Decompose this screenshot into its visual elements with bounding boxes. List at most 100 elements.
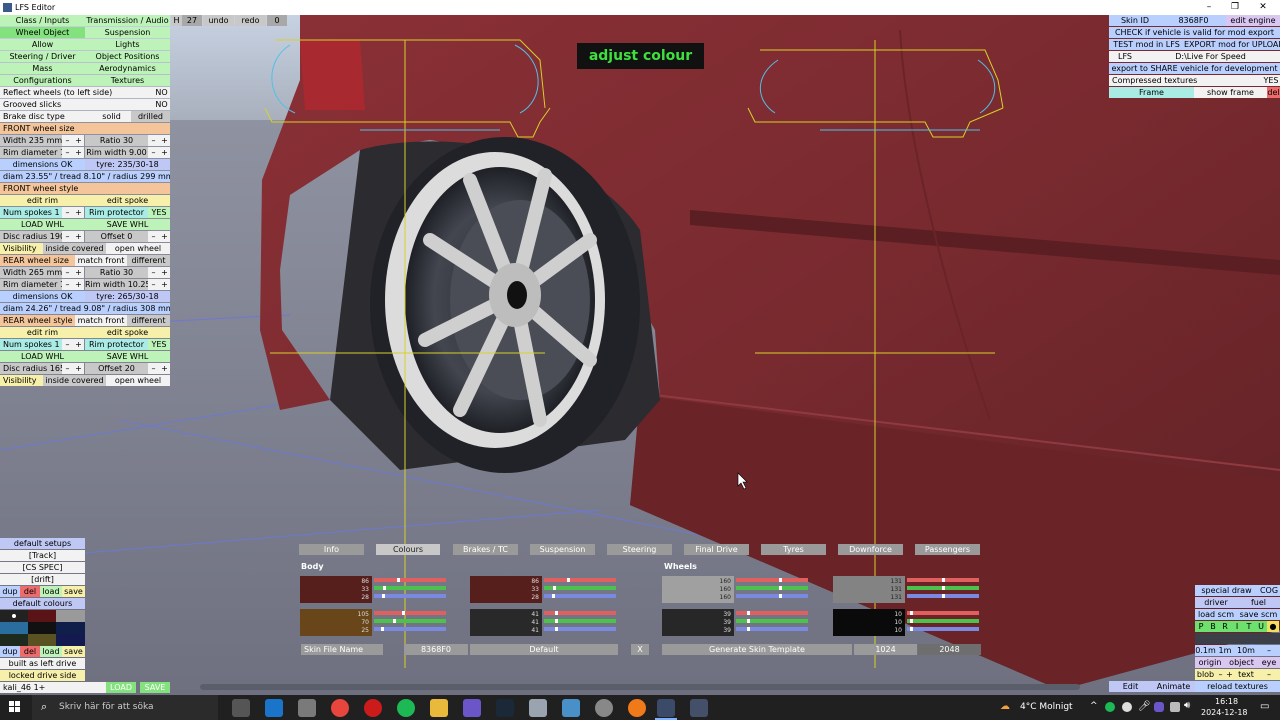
- colour-b-slider-thumb[interactable]: [942, 594, 945, 598]
- object-positions-button[interactable]: Object Positions: [85, 51, 170, 62]
- driver-button[interactable]: driver: [1195, 597, 1237, 608]
- close-button[interactable]: ✕: [1250, 0, 1276, 15]
- colour-load-button[interactable]: load: [40, 646, 62, 657]
- front-rim-protector-toggle[interactable]: YES: [148, 207, 170, 218]
- tab-colours[interactable]: Colours: [376, 544, 440, 555]
- setup-save-button[interactable]: save: [62, 586, 85, 597]
- rear-save-whl-button[interactable]: SAVE WHL: [85, 351, 170, 362]
- rear-edit-spoke-button[interactable]: edit spoke: [85, 327, 170, 338]
- brake-disc-drilled[interactable]: drilled: [131, 111, 170, 122]
- colour-del-button[interactable]: del: [20, 646, 40, 657]
- preset-swatch[interactable]: [0, 634, 28, 646]
- colour-b-slider-thumb[interactable]: [555, 627, 558, 631]
- tab-info[interactable]: Info: [299, 544, 364, 555]
- tab-passengers[interactable]: Passengers: [915, 544, 980, 555]
- blob-minus-button[interactable]: –: [1216, 669, 1225, 680]
- colour-b-slider-track[interactable]: [736, 594, 808, 598]
- colour-b-slider-thumb[interactable]: [381, 627, 384, 631]
- front-offset-minus[interactable]: –: [148, 231, 159, 242]
- front-edit-spoke-button[interactable]: edit spoke: [85, 195, 170, 206]
- clear-skin-button[interactable]: X: [631, 644, 649, 655]
- spotify-tray-icon[interactable]: [1105, 702, 1115, 712]
- tab-steering[interactable]: Steering: [607, 544, 672, 555]
- colour-r-slider-track[interactable]: [736, 611, 808, 615]
- default-skin-button[interactable]: Default: [470, 644, 618, 655]
- rear-offset-plus[interactable]: +: [159, 363, 170, 374]
- colour-r-slider-track[interactable]: [907, 611, 979, 615]
- front-inside-covered-option[interactable]: inside covered: [43, 243, 106, 254]
- channel-toggle-r[interactable]: R: [1219, 621, 1231, 632]
- front-num-spokes-minus[interactable]: –: [62, 207, 73, 218]
- colour-g-slider-thumb[interactable]: [393, 619, 396, 623]
- rear-rim-diameter-minus[interactable]: –: [62, 279, 73, 290]
- colour-b-slider-track[interactable]: [374, 627, 446, 631]
- colour-r-slider-thumb[interactable]: [910, 611, 913, 615]
- preset-swatch[interactable]: [56, 610, 85, 622]
- built-as-left-drive[interactable]: built as left drive: [0, 658, 85, 669]
- task-view-icon[interactable]: [232, 699, 250, 717]
- channel-toggle-u[interactable]: U: [1255, 621, 1267, 632]
- object-button[interactable]: object: [1225, 657, 1258, 668]
- colour-b-slider-track[interactable]: [907, 627, 979, 631]
- rear-inside-covered-option[interactable]: inside covered: [43, 375, 106, 386]
- 3d-viewport[interactable]: [0, 15, 1280, 695]
- tab-brakes-tc[interactable]: Brakes / TC: [453, 544, 518, 555]
- opera-icon[interactable]: [364, 699, 382, 717]
- edit-mode-button[interactable]: Edit: [1109, 681, 1152, 692]
- colour-swatch[interactable]: 10 10 10: [833, 609, 905, 636]
- colour-g-slider-track[interactable]: [374, 619, 446, 623]
- rear-num-spokes-minus[interactable]: –: [62, 339, 73, 350]
- reload-textures-button[interactable]: reload textures: [1195, 681, 1280, 692]
- colour-g-slider-thumb[interactable]: [942, 586, 945, 590]
- colour-r-slider-track[interactable]: [907, 578, 979, 582]
- colour-r-slider-thumb[interactable]: [397, 578, 400, 582]
- front-rim-diameter-plus[interactable]: +: [73, 147, 84, 158]
- front-num-spokes-plus[interactable]: +: [73, 207, 84, 218]
- windows-start-icon[interactable]: [9, 701, 21, 713]
- front-width-minus[interactable]: –: [62, 135, 73, 146]
- animate-mode-button[interactable]: Animate: [1152, 681, 1195, 692]
- colour-r-slider-track[interactable]: [544, 611, 616, 615]
- brake-disc-solid[interactable]: solid: [92, 111, 131, 122]
- colour-g-slider-track[interactable]: [544, 586, 616, 590]
- test-mod-button[interactable]: TEST mod in LFS: [1109, 39, 1184, 50]
- rear-style-different[interactable]: different: [127, 315, 170, 326]
- colour-b-slider-thumb[interactable]: [382, 594, 385, 598]
- tray-icon[interactable]: [1122, 702, 1132, 712]
- export-mod-button[interactable]: EXPORT mod for UPLOAD: [1184, 39, 1280, 50]
- colour-g-slider-track[interactable]: [736, 619, 808, 623]
- colour-g-slider-track[interactable]: [544, 619, 616, 623]
- setup-del-button[interactable]: del: [20, 586, 40, 597]
- lights-button[interactable]: Lights: [85, 39, 170, 50]
- colour-r-slider-track[interactable]: [374, 611, 446, 615]
- blob-plus-button[interactable]: +: [1225, 669, 1234, 680]
- colour-r-slider-track[interactable]: [374, 578, 446, 582]
- check-valid-button[interactable]: CHECK if vehicle is valid for mod export: [1109, 27, 1280, 38]
- colour-swatch[interactable]: 39 39 39: [662, 609, 734, 636]
- colour-b-slider-track[interactable]: [544, 594, 616, 598]
- skin-file-name-input[interactable]: 8368F0: [404, 644, 468, 655]
- colour-r-slider-thumb[interactable]: [747, 611, 750, 615]
- colour-swatch[interactable]: 86 33 28: [300, 576, 372, 603]
- blender-icon[interactable]: [628, 699, 646, 717]
- rear-rim-diameter-plus[interactable]: +: [73, 279, 84, 290]
- steam-icon[interactable]: [496, 699, 514, 717]
- chrome-icon[interactable]: [331, 699, 349, 717]
- weather-text[interactable]: 4°C Molnigt: [1020, 702, 1073, 712]
- colour-r-slider-track[interactable]: [544, 578, 616, 582]
- channel-toggle-p[interactable]: P: [1195, 621, 1207, 632]
- save-scm-button[interactable]: save scm: [1237, 609, 1280, 620]
- network-icon[interactable]: [1170, 702, 1180, 712]
- discord-tray-icon[interactable]: [1154, 702, 1164, 712]
- resolution-2048-button[interactable]: 2048: [918, 644, 981, 655]
- mail-icon[interactable]: [265, 699, 283, 717]
- tab-downforce[interactable]: Downforce: [838, 544, 903, 555]
- config-name-input[interactable]: kali_46 1+: [0, 682, 106, 693]
- colour-b-slider-thumb[interactable]: [910, 627, 913, 631]
- colour-g-slider-thumb[interactable]: [910, 619, 913, 623]
- generate-skin-template-button[interactable]: Generate Skin Template: [662, 644, 852, 655]
- front-load-whl-button[interactable]: LOAD WHL: [0, 219, 85, 230]
- suspension-button[interactable]: Suspension: [85, 27, 170, 38]
- front-edit-rim-button[interactable]: edit rim: [0, 195, 85, 206]
- colour-r-slider-thumb[interactable]: [779, 578, 782, 582]
